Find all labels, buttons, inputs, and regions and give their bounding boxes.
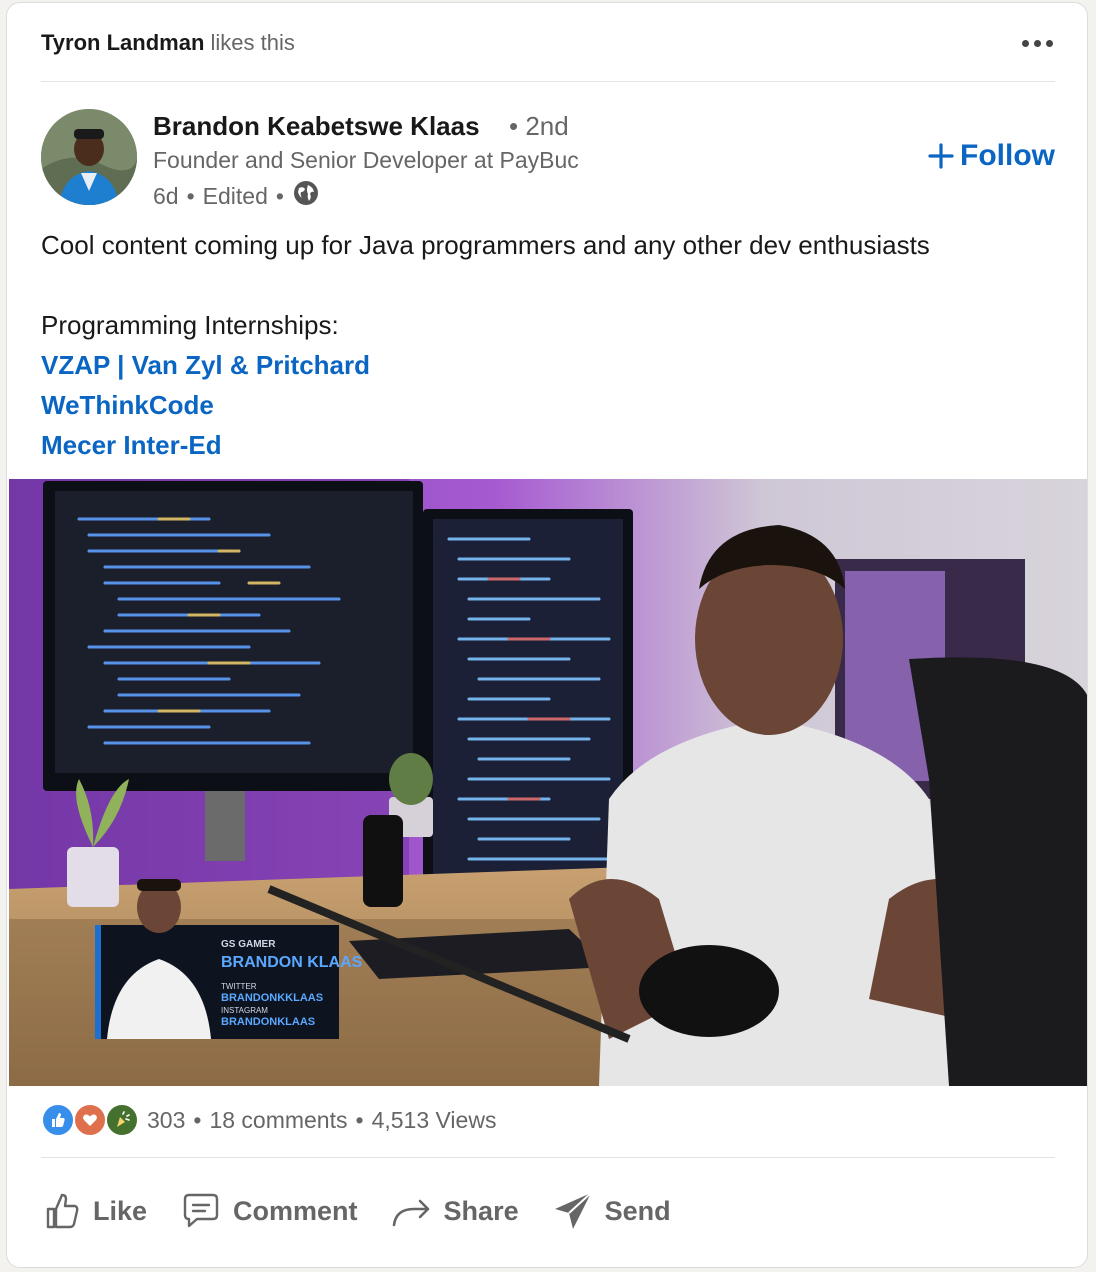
like-button[interactable]: Like [35, 1185, 155, 1237]
send-icon [554, 1192, 592, 1229]
social-context-header: Tyron Landman likes this [41, 27, 1055, 59]
follow-label: Follow [960, 139, 1055, 172]
connection-degree-value: 2nd [525, 111, 569, 141]
comment-button[interactable]: Comment [171, 1185, 366, 1237]
send-label: Send [604, 1195, 671, 1226]
share-button[interactable]: Share [382, 1185, 527, 1237]
avatar[interactable] [41, 109, 137, 205]
overlay-tag: GS GAMER [221, 939, 276, 950]
post-meta: 6d • Edited • [153, 179, 320, 213]
overlay-name: BRANDON KLAAS [221, 954, 363, 971]
company-link-wethinkcode[interactable]: WeThinkCode [41, 390, 214, 420]
reactions-count[interactable]: 303 [147, 1107, 185, 1134]
company-link-vzap[interactable]: VZAP | Van Zyl & Pritchard [41, 350, 370, 380]
video-player[interactable]: GS GAMER BRANDON KLAAS TWITTER BRANDONKK… [9, 479, 1087, 1086]
post-action-bar: Like Comment Share Send [35, 1183, 695, 1239]
post-commentary: Cool content coming up for Java programm… [41, 225, 1061, 465]
context-actor-name[interactable]: Tyron Landman [41, 30, 204, 55]
thumbs-up-icon [46, 1193, 79, 1229]
social-context-text: Tyron Landman likes this [41, 30, 295, 56]
video-frame: GS GAMER BRANDON KLAAS TWITTER BRANDONKK… [9, 479, 1087, 1086]
divider [41, 1157, 1055, 1158]
context-action: likes this [210, 30, 295, 55]
post-time: 6d [153, 182, 179, 209]
more-options-icon[interactable] [1020, 34, 1055, 53]
post-text-line: Cool content coming up for Java programm… [41, 230, 930, 260]
company-link-mecer[interactable]: Mecer Inter-Ed [41, 430, 222, 460]
reaction-icons[interactable] [41, 1103, 139, 1137]
plus-icon [928, 143, 954, 169]
comment-label: Comment [233, 1195, 358, 1226]
share-arrow-icon [392, 1199, 429, 1227]
like-icon [41, 1103, 75, 1137]
views-count: 4,513 Views [371, 1106, 497, 1133]
overlay-instagram-label: INSTAGRAM [221, 1006, 268, 1015]
overlay-twitter: BRANDONKKLAAS [221, 992, 323, 1004]
feed-post-card: Tyron Landman likes this Brandon Keabets… [6, 2, 1088, 1268]
follow-button[interactable]: Follow [928, 139, 1055, 173]
overlay-twitter-label: TWITTER [221, 982, 257, 991]
connection-degree: • 2nd [509, 111, 569, 141]
divider [41, 81, 1055, 82]
social-counts: 303 • 18 comments • 4,513 Views [41, 1103, 496, 1137]
send-button[interactable]: Send [543, 1183, 679, 1239]
author-name[interactable]: Brandon Keabetswe Klaas [153, 111, 480, 142]
author-headline: Founder and Senior Developer at PayBuc [153, 147, 579, 173]
celebrate-icon [105, 1103, 139, 1137]
post-edited: Edited [202, 182, 268, 209]
internships-heading: Programming Internships: [41, 310, 339, 340]
comment-icon [183, 1193, 219, 1228]
overlay-instagram: BRANDONKLAAS [221, 1016, 315, 1028]
globe-icon [292, 179, 320, 213]
comments-count[interactable]: 18 comments [209, 1107, 347, 1134]
love-icon [73, 1103, 107, 1137]
like-label: Like [93, 1195, 148, 1226]
share-label: Share [443, 1195, 519, 1226]
